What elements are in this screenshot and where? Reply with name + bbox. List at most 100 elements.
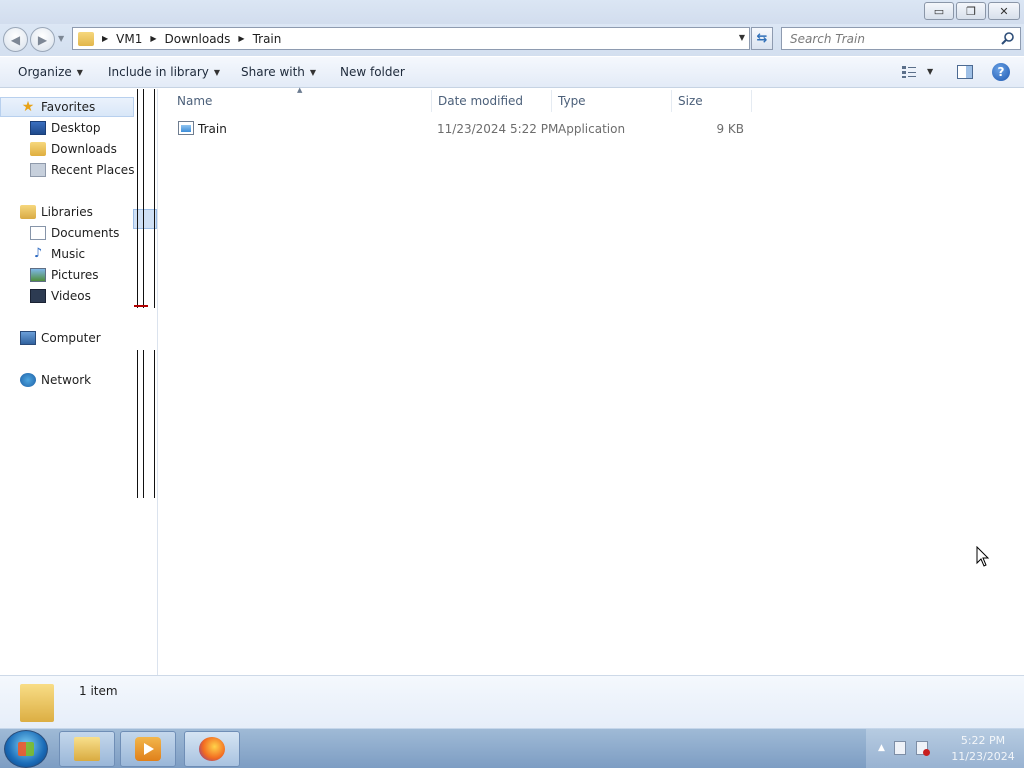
share-with-label: Share with [241,65,305,79]
network-icon [20,373,36,387]
chevron-down-icon: ▼ [309,68,317,77]
file-date-modified: 11/23/2024 5:22 PM [437,122,559,136]
change-view-icon[interactable] [901,65,917,79]
search-icon[interactable] [1001,31,1015,45]
file-name: Train [198,122,227,136]
application-icon [178,121,194,135]
close-icon: ✕ [999,4,1009,18]
file-row[interactable]: Train 11/23/2024 5:22 PM Application 9 K… [171,118,751,140]
item-count: 1 item [79,684,118,698]
nav-item-pictures[interactable]: Pictures [30,265,99,285]
nav-item-label: Downloads [51,142,117,156]
nav-favorites-label: Favorites [41,100,96,114]
breadcrumb-separator-icon[interactable]: ▶ [102,34,108,43]
clock-date: 11/23/2024 [951,750,1015,763]
divider [137,89,138,308]
title-bar: ▭ ❐ ✕ [0,0,1024,24]
taskbar-media-player[interactable] [120,731,176,767]
documents-icon [30,226,46,240]
new-folder-button[interactable]: New folder [340,65,405,79]
nav-item-label: Recent Places [51,163,135,177]
divider [143,89,144,308]
organize-label: Organize [18,65,72,79]
nav-item-downloads[interactable]: Downloads [30,139,117,159]
start-button[interactable] [4,730,48,768]
back-arrow-icon: ◀ [10,32,21,47]
new-folder-label: New folder [340,65,405,79]
column-header-label: Date modified [438,94,524,108]
chevron-down-icon: ▼ [213,68,221,77]
computer-icon [20,331,36,345]
refresh-button[interactable]: ⇆ [751,27,773,50]
help-icon[interactable]: ? [992,63,1010,81]
forward-arrow-icon: ▶ [37,32,48,47]
restore-icon: ❐ [966,4,976,18]
forward-button[interactable]: ▶ [30,27,55,52]
address-dropdown-icon[interactable]: ▼ [739,33,745,42]
minimize-button[interactable]: ▭ [924,2,954,20]
view-options-dropdown-icon[interactable]: ▼ [927,67,933,76]
command-bar: Organize ▼ Include in library ▼ Share with… [0,57,1024,88]
preview-pane-icon[interactable] [957,65,973,79]
back-button[interactable]: ◀ [3,27,28,52]
action-center-flag-icon[interactable] [894,741,906,755]
breadcrumb-separator-icon[interactable]: ▶ [238,34,244,43]
organize-menu-button[interactable]: Organize ▼ [18,65,83,79]
nav-item-music[interactable]: ♪ Music [30,244,85,264]
column-header-date-modified[interactable]: Date modified [432,90,552,112]
include-in-library-button[interactable]: Include in library ▼ [108,65,220,79]
breadcrumb-separator-icon[interactable]: ▶ [150,34,156,43]
details-pane: 1 item [0,675,1024,728]
chevron-down-icon: ▼ [76,68,83,77]
nav-computer[interactable]: Computer [20,328,101,348]
recent-pages-dropdown-icon[interactable]: ▼ [58,34,64,43]
address-row: ◀ ▶ ▼ ▶ VM1 ▶ Downloads ▶ Train ▼ ⇆ [0,24,1024,56]
column-header-label: Type [558,94,586,108]
taskbar-firefox[interactable] [184,731,240,767]
show-hidden-icons-icon[interactable]: ▲ [878,743,890,757]
restore-button[interactable]: ❐ [956,2,986,20]
window-controls: ▭ ❐ ✕ [924,2,1020,20]
pictures-icon [30,268,46,282]
nav-item-label: Pictures [51,268,99,282]
divider [134,305,148,307]
recent-places-icon [30,163,46,177]
column-header-size[interactable]: Size [672,90,752,112]
divider [154,89,155,308]
nav-computer-label: Computer [41,331,101,345]
navigation-pane: ★ Favorites Desktop Downloads Recent Pla… [0,89,158,675]
nav-network[interactable]: Network [20,370,91,390]
close-button[interactable]: ✕ [988,2,1020,20]
clock-time: 5:22 PM [960,734,1006,747]
network-status-icon[interactable] [916,741,930,756]
nav-favorites[interactable]: ★ Favorites [0,97,134,117]
breadcrumb-downloads[interactable]: Downloads [165,32,231,46]
media-player-icon [135,737,161,761]
mouse-cursor-icon [976,546,990,567]
include-in-library-label: Include in library [108,65,209,79]
nav-item-label: Videos [51,289,91,303]
column-header-label: Size [678,94,703,108]
nav-libraries[interactable]: Libraries [20,202,93,222]
nav-item-desktop[interactable]: Desktop [30,118,101,138]
nav-item-recent-places[interactable]: Recent Places [30,160,134,180]
libraries-icon [20,205,36,219]
taskbar-windows-explorer[interactable] [59,731,115,767]
address-bar[interactable]: ▶ VM1 ▶ Downloads ▶ Train ▼ [72,27,750,50]
nav-item-videos[interactable]: Videos [30,286,91,306]
search-input[interactable] [782,28,992,49]
videos-icon [30,289,46,303]
breadcrumb-vm1[interactable]: VM1 [116,32,142,46]
breadcrumb-train[interactable]: Train [253,32,282,46]
nav-item-documents[interactable]: Documents [30,223,119,243]
taskbar: ▲ 5:22 PM 11/23/2024 [0,728,1024,768]
share-with-button[interactable]: Share with ▼ [241,65,316,79]
star-icon: ★ [21,99,35,115]
divider [143,350,144,498]
minimize-icon: ▭ [933,4,945,18]
column-header-type[interactable]: Type [552,90,672,112]
clock[interactable]: 5:22 PM 11/23/2024 [948,733,1018,765]
divider [137,350,138,498]
search-box[interactable] [781,27,1021,50]
column-header-name[interactable]: Name [171,90,432,112]
